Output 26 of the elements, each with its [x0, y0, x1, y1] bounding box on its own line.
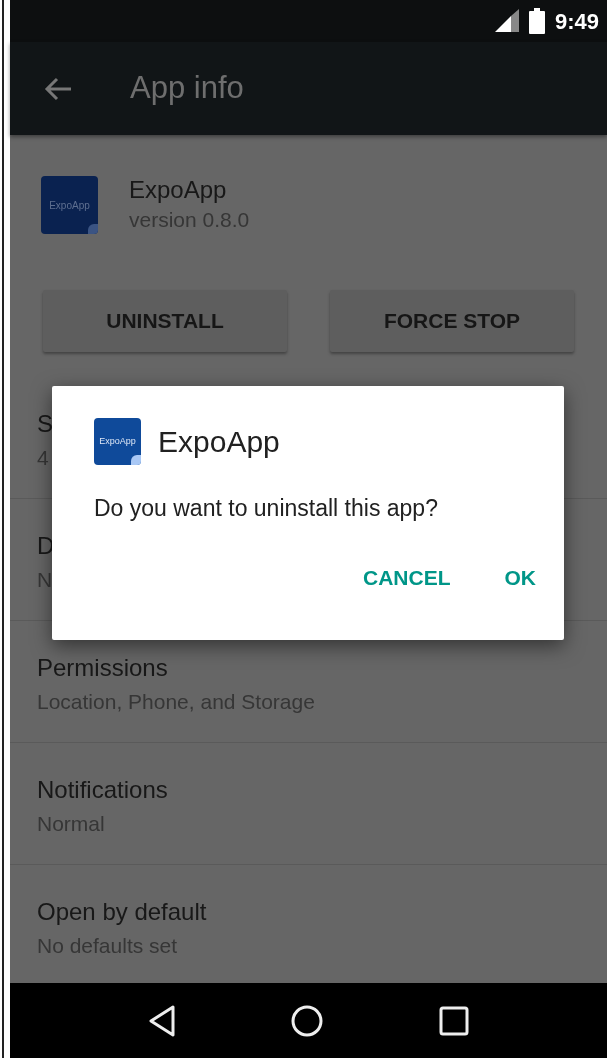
dialog-button[interactable]: OK — [492, 555, 548, 599]
back-triangle-icon — [147, 1004, 176, 1037]
folded-corner-icon — [131, 455, 141, 465]
back-nav-button[interactable] — [147, 1004, 176, 1037]
recents-square-icon — [439, 1005, 470, 1036]
recents-nav-button[interactable] — [439, 1005, 470, 1036]
home-circle-icon — [291, 1004, 324, 1037]
folded-corner-icon — [88, 224, 98, 234]
app-icon-label: ExpoApp — [99, 434, 136, 448]
app-icon-label: ExpoApp — [49, 198, 90, 213]
setting-title[interactable]: Open by default — [37, 895, 207, 929]
action-button[interactable]: UNINSTALL — [43, 290, 287, 352]
home-nav-button[interactable] — [291, 1004, 324, 1037]
dialog-title: ExpoApp — [158, 424, 280, 460]
setting-title[interactable]: Permissions — [37, 651, 168, 685]
status-time: 9:49 — [554, 7, 599, 36]
dialog-button[interactable]: CANCEL — [351, 555, 463, 599]
back-arrow-icon — [44, 76, 72, 101]
setting-title[interactable]: S — [37, 407, 53, 441]
signal-icon — [494, 9, 519, 33]
dialog-message: Do you want to uninstall this app? — [94, 494, 439, 523]
action-button[interactable]: FORCE STOP — [330, 290, 574, 352]
app-name: ExpoApp — [129, 175, 228, 205]
app-bar-title: App info — [130, 69, 244, 108]
setting-title[interactable]: Notifications — [37, 773, 168, 807]
battery-icon — [528, 8, 545, 34]
